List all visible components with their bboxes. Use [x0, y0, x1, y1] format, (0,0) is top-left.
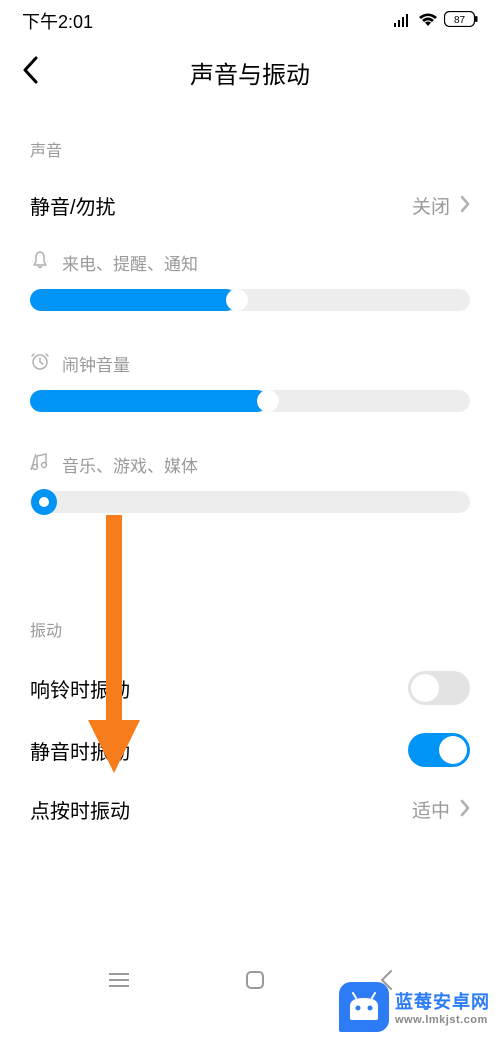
media-slider-group: 音乐、游戏、媒体	[30, 452, 470, 513]
status-bar: 下午2:01 87	[0, 0, 500, 38]
page-header: 声音与振动	[0, 38, 500, 115]
tap-vibrate-label: 点按时振动	[30, 795, 130, 824]
dnd-value: 关闭	[412, 192, 450, 219]
section-sound-label: 声音	[30, 137, 470, 161]
back-button[interactable]	[22, 56, 38, 89]
dnd-row[interactable]: 静音/勿扰 关闭	[30, 191, 470, 220]
battery-icon: 87	[444, 11, 478, 32]
section-sound: 声音 静音/勿扰 关闭 来电、提醒、通知 闹钟音量	[0, 137, 500, 513]
tap-vibrate-row[interactable]: 点按时振动 适中	[30, 795, 470, 824]
section-vibration: 振动 响铃时振动 静音时振动 点按时振动 适中	[0, 617, 500, 824]
alarm-label: 闹钟音量	[62, 351, 130, 376]
clock-icon	[30, 351, 50, 376]
silent-vibrate-toggle[interactable]	[408, 733, 470, 767]
status-right: 87	[394, 11, 478, 32]
ring-vibrate-row: 响铃时振动	[30, 671, 470, 705]
page-title: 声音与振动	[190, 55, 310, 90]
alarm-slider[interactable]	[30, 390, 470, 412]
dnd-label: 静音/勿扰	[30, 191, 116, 220]
ring-vibrate-toggle[interactable]	[408, 671, 470, 705]
nav-home-icon[interactable]	[245, 970, 265, 995]
bell-icon	[30, 250, 50, 275]
ringtone-slider-group: 来电、提醒、通知	[30, 250, 470, 311]
nav-recent-icon[interactable]	[107, 971, 131, 994]
tap-vibrate-value: 适中	[412, 796, 450, 823]
watermark-title: 蓝莓安卓网	[395, 988, 490, 1014]
chevron-right-icon	[460, 193, 470, 219]
svg-text:87: 87	[454, 15, 466, 26]
signal-icon	[394, 11, 412, 32]
music-note-icon	[30, 452, 50, 477]
silent-vibrate-label: 静音时振动	[30, 736, 130, 765]
status-time: 下午2:01	[22, 8, 93, 34]
wifi-icon	[418, 11, 438, 32]
ring-vibrate-label: 响铃时振动	[30, 674, 130, 703]
section-vibration-label: 振动	[30, 617, 470, 641]
chevron-right-icon	[460, 797, 470, 823]
watermark-logo-icon	[339, 982, 389, 1032]
silent-vibrate-row: 静音时振动	[30, 733, 470, 767]
watermark-url: www.lmkjst.com	[395, 1014, 490, 1026]
media-label: 音乐、游戏、媒体	[62, 452, 198, 477]
watermark: 蓝莓安卓网 www.lmkjst.com	[339, 982, 490, 1032]
ringtone-slider[interactable]	[30, 289, 470, 311]
ringtone-label: 来电、提醒、通知	[62, 250, 198, 275]
alarm-slider-group: 闹钟音量	[30, 351, 470, 412]
media-slider[interactable]	[30, 491, 470, 513]
